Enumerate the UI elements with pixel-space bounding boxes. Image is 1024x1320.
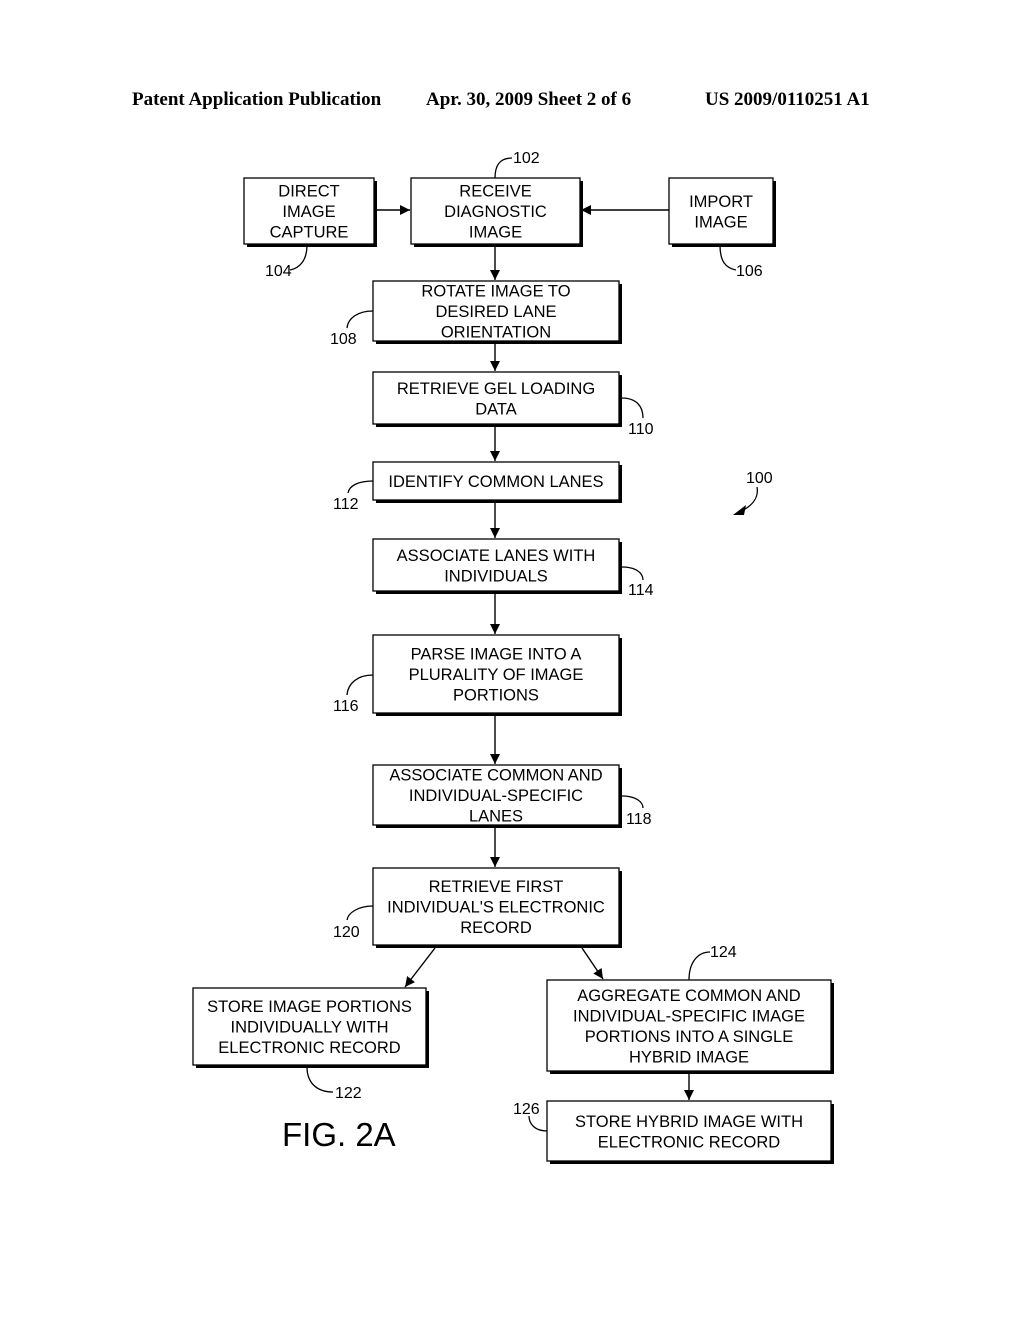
- box-label-line: ORIENTATION: [441, 324, 551, 342]
- arrow-retrieve-record-to-aggregate: [581, 947, 604, 980]
- flowchart: DIRECT IMAGE CAPTURE RECEIVE DIAGNOSTIC IMAGE…: [192, 150, 834, 1164]
- diagram-reference-numeral: 100: [746, 470, 773, 487]
- box-label-line: RETRIEVE GEL LOADING: [397, 380, 595, 398]
- process-box-retrieve-record: RETRIEVE FIRST INDIVIDUAL'S ELECTRONIC REC…: [372, 867, 622, 948]
- box-label-line: ELECTRONIC RECORD: [218, 1039, 401, 1057]
- box-label-line: RECEIVE: [459, 183, 531, 201]
- leader-118: [621, 795, 644, 809]
- box-label-line: INDIVIDUALS: [444, 567, 548, 585]
- box-label-line: INDIVIDUALLY WITH: [231, 1019, 389, 1037]
- leader-104: [289, 244, 308, 271]
- box-label-line: ELECTRONIC RECORD: [598, 1133, 781, 1151]
- leader-108: [346, 310, 374, 329]
- reference-numeral-114: 114: [628, 582, 654, 599]
- box-label-line: ROTATE IMAGE TO: [421, 283, 570, 301]
- reference-numeral-104: 104: [265, 263, 292, 280]
- process-box-receive: RECEIVE DIAGNOSTIC IMAGE: [410, 177, 583, 247]
- box-frame: [546, 1100, 832, 1162]
- process-box-rotate: ROTATE IMAGE TO DESIRED LANE ORIENTATION: [372, 280, 622, 344]
- reference-numeral-108: 108: [330, 331, 357, 348]
- reference-numeral-110: 110: [628, 421, 654, 438]
- process-box-associate-common: ASSOCIATE COMMON AND INDIVIDUAL-SPECIFIC L…: [372, 764, 622, 828]
- box-label-line: PORTIONS INTO A SINGLE: [585, 1028, 793, 1046]
- arrow-retrieve-record-to-store-portions: [404, 947, 436, 988]
- arrowhead-100: [733, 505, 746, 515]
- leader-102: [494, 157, 513, 179]
- box-label-line: DIAGNOSTIC: [444, 203, 547, 221]
- box-label-line: HYBRID IMAGE: [629, 1048, 749, 1066]
- box-label-line: IMAGE: [694, 213, 747, 231]
- process-box-associate-lanes: ASSOCIATE LANES WITH INDIVIDUALS: [372, 538, 622, 594]
- leader-124: [688, 951, 711, 981]
- leader-116: [346, 674, 374, 696]
- process-box-retrieve-gel: RETRIEVE GEL LOADING DATA: [372, 371, 622, 427]
- leader-106: [719, 244, 737, 271]
- box-label-line: INDIVIDUAL-SPECIFIC IMAGE: [573, 1007, 805, 1025]
- box-label-line: CAPTURE: [270, 224, 349, 242]
- box-label-line: DESIRED LANE: [435, 303, 556, 321]
- reference-numeral-124: 124: [710, 944, 737, 961]
- leader-114: [621, 566, 644, 581]
- box-label-line: IDENTIFY COMMON LANES: [388, 473, 603, 491]
- leader-122: [306, 1066, 334, 1093]
- figure-label: FIG. 2A: [282, 1116, 396, 1153]
- reference-numeral-126: 126: [513, 1101, 540, 1118]
- box-label-line: DIRECT: [278, 183, 339, 201]
- process-box-direct: DIRECT IMAGE CAPTURE: [243, 177, 377, 247]
- leader-110: [621, 397, 644, 419]
- reference-numeral-116: 116: [333, 698, 359, 715]
- reference-numeral-118: 118: [626, 811, 652, 828]
- box-label-line: INDIVIDUAL-SPECIFIC: [409, 787, 583, 805]
- box-label-line: PORTIONS: [453, 687, 539, 705]
- box-label-line: PARSE IMAGE INTO A: [411, 646, 582, 664]
- process-box-parse: PARSE IMAGE INTO A PLURALITY OF IMAGE PORT…: [372, 634, 622, 716]
- leader-120: [346, 905, 374, 921]
- leader-112: [347, 480, 374, 494]
- box-label-line: STORE HYBRID IMAGE WITH: [575, 1113, 803, 1131]
- reference-numeral-102: 102: [513, 150, 540, 167]
- box-label-line: ASSOCIATE COMMON AND: [389, 767, 602, 785]
- box-label-line: STORE IMAGE PORTIONS: [207, 998, 412, 1016]
- process-box-store-portions: STORE IMAGE PORTIONS INDIVIDUALLY WITH ELE…: [192, 987, 429, 1068]
- process-box-import: IMPORT IMAGE: [668, 177, 776, 247]
- box-label-line: IMPORT: [689, 193, 753, 211]
- leader-100: [736, 486, 758, 514]
- box-label-line: DATA: [475, 400, 517, 418]
- reference-numeral-106: 106: [736, 263, 763, 280]
- box-frame: [668, 177, 774, 245]
- reference-numeral-122: 122: [335, 1085, 362, 1102]
- box-label-line: PLURALITY OF IMAGE: [409, 666, 584, 684]
- box-label-line: INDIVIDUAL'S ELECTRONIC: [387, 899, 605, 917]
- box-label-line: RECORD: [460, 919, 532, 937]
- process-box-identify: IDENTIFY COMMON LANES: [372, 461, 622, 503]
- reference-numeral-120: 120: [333, 924, 360, 941]
- box-label-line: LANES: [469, 808, 523, 826]
- box-label-line: RETRIEVE FIRST: [429, 878, 564, 896]
- process-box-aggregate: AGGREGATE COMMON AND INDIVIDUAL-SPECIFIC …: [546, 979, 834, 1074]
- process-box-store-hybrid: STORE HYBRID IMAGE WITH ELECTRONIC RECORD: [546, 1100, 834, 1164]
- box-label-line: IMAGE: [282, 203, 335, 221]
- box-label-line: ASSOCIATE LANES WITH: [397, 547, 596, 565]
- leader-126: [528, 1115, 548, 1132]
- box-label-line: AGGREGATE COMMON AND: [577, 987, 800, 1005]
- reference-numeral-112: 112: [333, 496, 359, 513]
- box-label-line: IMAGE: [469, 224, 522, 242]
